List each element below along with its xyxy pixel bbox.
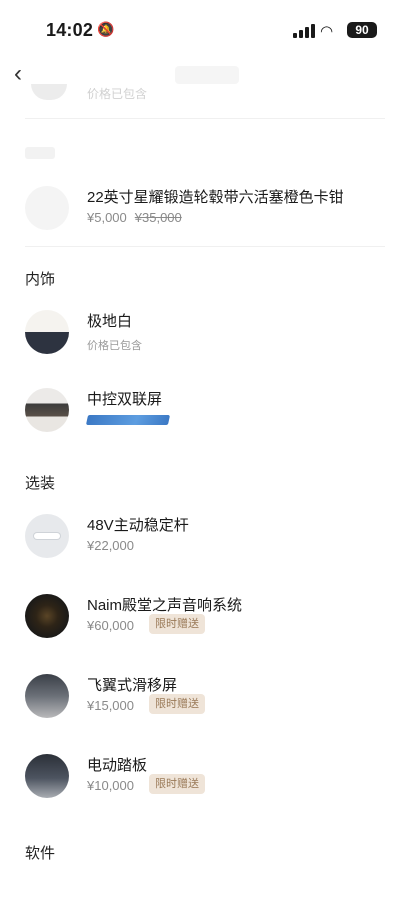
item-name: 48V主动稳定杆 — [87, 517, 189, 534]
screen-thumbnail — [25, 674, 69, 718]
item-name: 电动踏板 — [87, 757, 148, 774]
status-time: 14:02 — [46, 20, 94, 40]
item-price: ¥15,000 — [87, 698, 134, 713]
list-item-running-board[interactable]: 电动踏板 ¥10,000 限时赠送 — [25, 748, 405, 808]
item-thumbnail — [31, 84, 67, 100]
item-price: ¥5,000 ¥35,000 — [87, 210, 182, 225]
item-sub: 价格已包含 — [87, 340, 142, 352]
list-item-interior-color[interactable]: 极地白 价格已包含 — [25, 304, 405, 364]
list-item-stabilizer[interactable]: 48V主动稳定杆 ¥22,000 — [25, 508, 405, 568]
section-title-placeholder — [25, 147, 55, 159]
dashboard-thumbnail — [25, 388, 69, 432]
item-sub: 价格已包含 — [87, 87, 148, 101]
bell-slash-icon: 🔕 — [97, 21, 115, 37]
section-title-software: 软件 — [25, 845, 56, 862]
item-price: ¥10,000 — [87, 778, 134, 793]
promo-badge: 限时赠送 — [149, 774, 205, 794]
divider — [25, 118, 385, 119]
promo-badge: 限时赠送 — [149, 694, 205, 714]
stabilizer-thumbnail — [25, 514, 69, 558]
section-title-interior: 内饰 — [25, 271, 56, 288]
original-price: ¥35,000 — [134, 210, 182, 225]
page-title-placeholder — [175, 66, 239, 84]
item-price: ¥60,000 — [87, 618, 134, 633]
wheel-thumbnail — [25, 186, 69, 230]
item-price: ¥22,000 — [87, 538, 134, 553]
item-name: Naim殿堂之声音响系统 — [87, 597, 243, 614]
partial-list-item: 价格已包含 — [25, 84, 385, 106]
item-name: 飞翼式滑移屏 — [87, 677, 178, 694]
current-price: ¥5,000 — [87, 210, 127, 225]
speaker-thumbnail — [25, 594, 69, 638]
divider — [25, 246, 385, 247]
battery-indicator: 90 — [347, 22, 377, 38]
list-item-sliding-screen[interactable]: 飞翼式滑移屏 ¥15,000 限时赠送 — [25, 668, 405, 728]
color-swatch-thumbnail — [25, 310, 69, 354]
section-title-options: 选装 — [25, 475, 56, 492]
list-item-dual-screen[interactable]: 中控双联屏 — [25, 382, 405, 442]
wifi-icon: ◠ — [320, 23, 334, 40]
list-item-wheels[interactable]: 22英寸星耀锻造轮毂带六活塞橙色卡钳 ¥5,000 ¥35,000 — [25, 180, 405, 240]
promo-badge: 限时赠送 — [149, 614, 205, 634]
item-name: 极地白 — [87, 313, 133, 330]
redaction-scribble — [85, 415, 171, 425]
item-name: 22英寸星耀锻造轮毂带六活塞橙色卡钳 — [87, 189, 344, 206]
status-bar: 14:02 🔕 ◠ 90 — [0, 0, 414, 56]
list-item-audio[interactable]: Naim殿堂之声音响系统 ¥60,000 限时赠送 — [25, 588, 405, 648]
cellular-signal-icon — [293, 24, 315, 38]
running-board-thumbnail — [25, 754, 69, 798]
item-name: 中控双联屏 — [87, 391, 163, 408]
